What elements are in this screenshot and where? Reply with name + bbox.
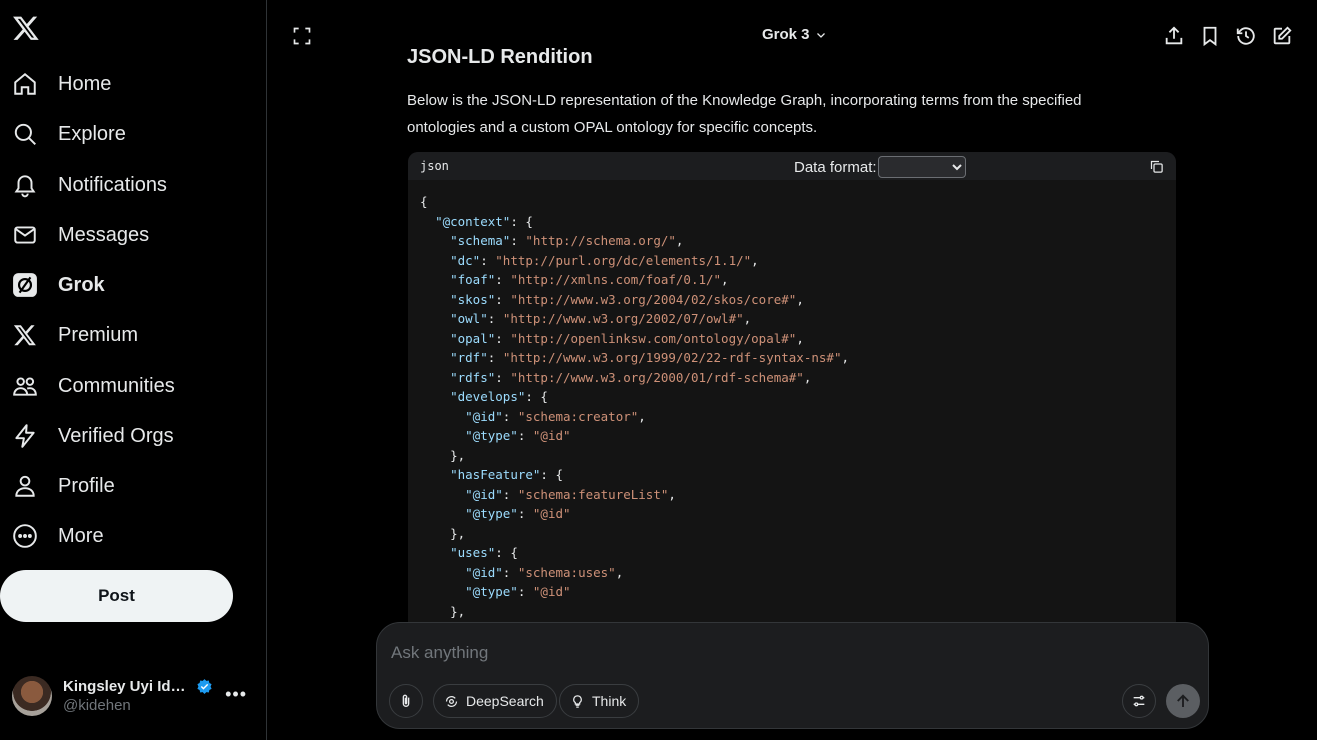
history-icon[interactable] [1235, 25, 1257, 47]
data-format-label: Data format: [794, 158, 877, 176]
bookmark-icon[interactable] [1199, 25, 1221, 47]
nav-premium[interactable]: Premium [12, 313, 138, 357]
nav-label: Messages [58, 223, 150, 246]
nav-label: Profile [58, 474, 115, 497]
section-paragraph: Below is the JSON-LD representation of t… [407, 92, 1082, 136]
section-heading: JSON-LD Rendition [407, 46, 593, 68]
people-icon [12, 373, 38, 399]
chevron-down-icon [816, 32, 825, 38]
nav-profile[interactable]: Profile [12, 464, 115, 508]
nav-notifications[interactable]: Notifications [12, 163, 167, 207]
model-name: Grok 3 [762, 26, 810, 43]
envelope-icon [12, 222, 38, 248]
nav-label: Explore [58, 122, 126, 145]
ask-input[interactable] [391, 641, 1171, 665]
code-content: { "@context": { "schema": "http://schema… [420, 194, 849, 619]
nav-label: Grok [58, 273, 105, 296]
share-icon[interactable] [1163, 25, 1185, 47]
nav-messages[interactable]: Messages [12, 213, 149, 257]
deepsearch-icon [445, 695, 458, 707]
code-block: json Data format: { "@context": { "schem… [408, 152, 1176, 622]
lightbulb-icon [573, 694, 582, 708]
person-icon [12, 473, 38, 499]
search-icon [12, 121, 38, 147]
more-dots-icon[interactable]: ••• [225, 684, 247, 705]
nav-communities[interactable]: Communities [12, 364, 175, 408]
code-header: json Data format: [408, 152, 1176, 180]
expand-icon[interactable] [292, 26, 312, 46]
think-button[interactable]: Think [559, 684, 640, 718]
nav-grok[interactable]: Grok [12, 263, 105, 307]
nav-label: Communities [58, 374, 175, 397]
new-chat-icon[interactable] [1271, 25, 1293, 47]
x-logo-icon [12, 322, 38, 348]
copy-icon[interactable] [1149, 159, 1164, 174]
nav-label: Verified Orgs [58, 424, 174, 447]
code-language: json [420, 159, 449, 173]
nav-label: Home [58, 72, 112, 95]
more-circle-icon [12, 523, 38, 549]
nav-label: Premium [58, 323, 139, 346]
deepsearch-button[interactable]: DeepSearch [433, 684, 557, 718]
nav-explore[interactable]: Explore [12, 112, 126, 156]
account-handle: @kidehen [63, 697, 131, 714]
main-panel: Grok 3 JSON-LD Rendition Below is the JS… [268, 0, 1317, 740]
data-format-control: Data format: [794, 156, 966, 178]
nav-home[interactable]: Home [12, 62, 111, 106]
nav-label: Notifications [58, 173, 167, 196]
deepsearch-label: DeepSearch [466, 693, 544, 709]
model-selector[interactable]: Grok 3 [762, 26, 827, 43]
nav-verified-orgs[interactable]: Verified Orgs [12, 414, 174, 458]
nav-label: More [58, 524, 104, 547]
x-logo-icon[interactable] [12, 14, 40, 42]
sliders-icon [1133, 695, 1145, 707]
send-button[interactable] [1166, 684, 1200, 718]
nav-more[interactable]: More [12, 514, 104, 558]
paperclip-icon [402, 694, 410, 707]
avatar [12, 676, 52, 716]
attach-button[interactable] [389, 684, 423, 718]
bell-icon [12, 172, 38, 198]
post-button[interactable]: Post [0, 570, 233, 622]
account-switcher[interactable]: Kingsley Uyi Ide... @kidehen ••• [12, 674, 257, 718]
home-icon [12, 71, 38, 97]
arrow-up-icon [1177, 694, 1189, 707]
account-name: Kingsley Uyi Ide... [63, 678, 190, 695]
settings-button[interactable] [1122, 684, 1156, 718]
verified-badge-icon [197, 679, 212, 694]
lightning-icon [12, 423, 38, 449]
chat-composer: DeepSearch Think [376, 622, 1209, 729]
sidebar: Home Explore Notifications Messages Grok… [0, 0, 267, 740]
think-label: Think [592, 693, 627, 709]
grok-icon [12, 272, 38, 298]
data-format-select[interactable] [877, 156, 966, 178]
response-content: JSON-LD Rendition Below is the JSON-LD r… [407, 46, 1177, 141]
